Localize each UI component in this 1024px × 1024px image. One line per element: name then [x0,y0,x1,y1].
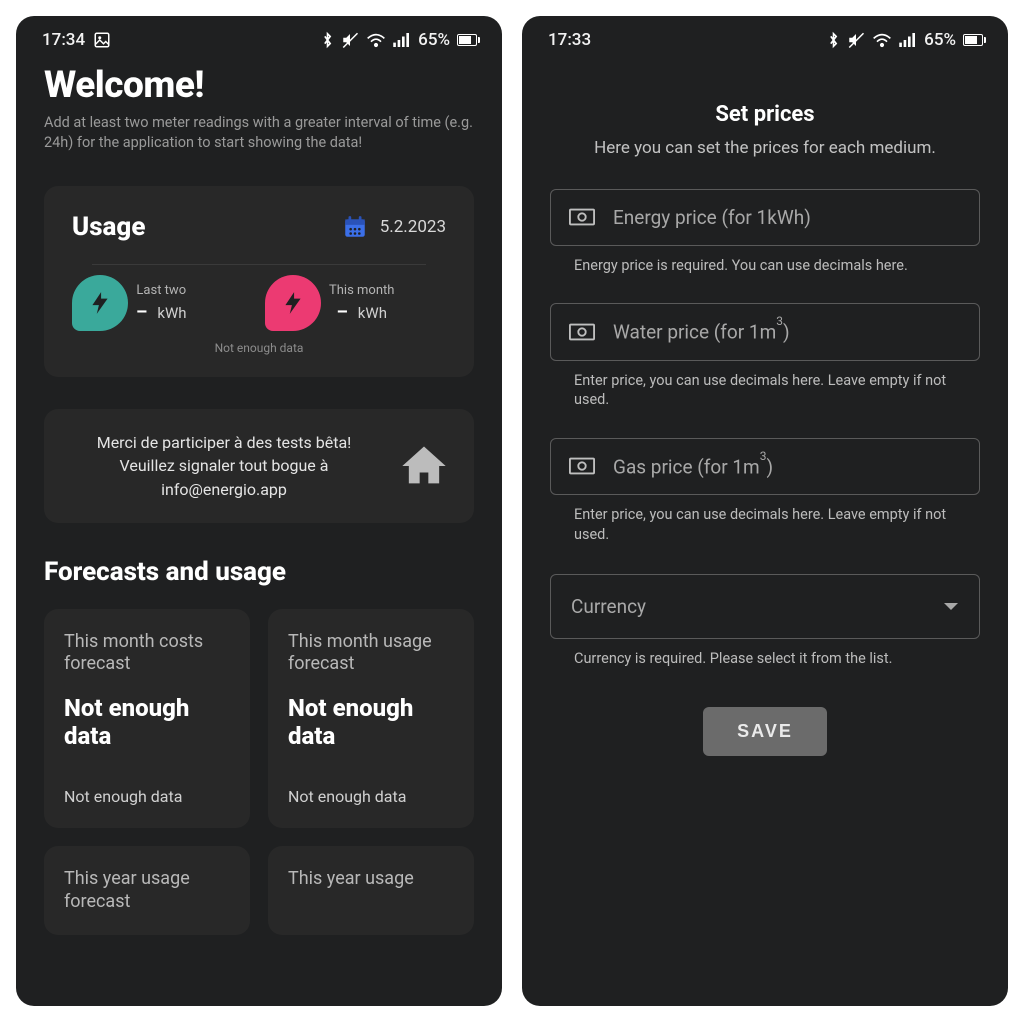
gas-price-field[interactable]: Gas price (for 1m3) [550,438,980,495]
water-price-field[interactable]: Water price (for 1m3) [550,303,980,360]
usage-date[interactable]: 5.2.2023 [342,214,446,240]
bill-icon [569,457,595,475]
gas-price-helper: Enter price, you can use decimals here. … [574,505,974,544]
save-button[interactable]: SAVE [703,707,827,756]
usage-card: Usage 5.2.2023 Last two – kWh [44,186,474,377]
bluetooth-icon [827,31,840,49]
forecast-main: Not enough data [288,694,454,752]
battery-percent: 65% [924,30,956,50]
usage-date-text: 5.2.2023 [380,217,446,237]
chevron-down-icon [943,602,959,612]
bill-icon [569,208,595,226]
water-price-placeholder: Water price (for 1m3) [613,320,790,343]
gas-price-placeholder: Gas price (for 1m3) [613,455,773,478]
bluetooth-icon [321,31,334,49]
usage-not-enough: Not enough data [72,341,446,355]
leaf-icon-pink [265,275,321,331]
currency-label: Currency [571,595,646,618]
mute-icon [847,31,865,49]
set-prices-subtitle: Here you can set the prices for each med… [550,137,980,161]
usage-last-two-label: Last two [136,283,186,299]
usage-this-month-label: This month [329,283,394,299]
usage-last-two-value: – [136,302,147,323]
status-bar: 17:34 65% [16,16,502,58]
forecast-label: This month costs forecast [64,631,230,676]
status-icons: 65% [321,30,480,50]
forecast-label: This month usage forecast [288,631,454,676]
welcome-title: Welcome! [44,64,474,107]
energy-price-field[interactable]: Energy price (for 1kWh) [550,189,980,246]
forecast-card[interactable]: This year usage forecast [44,846,250,935]
leaf-icon-teal [72,275,128,331]
forecast-label: This year usage [288,868,454,891]
water-price-helper: Enter price, you can use decimals here. … [574,371,974,410]
battery-percent: 65% [418,30,450,50]
currency-dropdown[interactable]: Currency [550,574,980,639]
divider [92,264,426,265]
calendar-icon [342,214,368,240]
status-bar: 17:33 65% [522,16,1008,58]
home-icon [398,440,450,492]
set-prices-title: Set prices [550,102,980,127]
forecast-card[interactable]: This month costs forecast Not enough dat… [44,609,250,829]
status-icons: 65% [827,30,986,50]
wifi-icon [366,32,386,48]
beta-text: Merci de participer à des tests bêta! Ve… [68,431,380,501]
mute-icon [341,31,359,49]
phone-right: 17:33 65% Set prices Here you can set th… [522,16,1008,1006]
forecast-main: Not enough data [64,694,230,752]
energy-price-helper: Energy price is required. You can use de… [574,256,974,276]
energy-price-placeholder: Energy price (for 1kWh) [613,206,811,229]
usage-this-month-unit: kWh [358,304,387,322]
welcome-subtitle: Add at least two meter readings with a g… [44,113,474,152]
forecast-card[interactable]: This month usage forecast Not enough dat… [268,609,474,829]
forecast-sub: Not enough data [288,787,454,806]
forecast-label: This year usage forecast [64,868,230,913]
forecast-sub: Not enough data [64,787,230,806]
forecasts-title: Forecasts and usage [44,557,474,587]
status-time: 17:34 [42,30,85,50]
signal-icon [899,33,917,47]
usage-title: Usage [72,212,145,242]
forecast-card[interactable]: This year usage [268,846,474,935]
usage-this-month-value: – [336,302,347,323]
status-time: 17:33 [548,30,591,50]
battery-icon [457,34,480,46]
usage-last-two-unit: kWh [157,304,186,322]
wifi-icon [872,32,892,48]
image-icon [93,31,111,49]
currency-helper: Currency is required. Please select it f… [574,649,974,669]
battery-icon [963,34,986,46]
beta-card: Merci de participer à des tests bêta! Ve… [44,409,474,523]
phone-left: 17:34 65% Welcome! Add at least two mete… [16,16,502,1006]
signal-icon [393,33,411,47]
bill-icon [569,323,595,341]
